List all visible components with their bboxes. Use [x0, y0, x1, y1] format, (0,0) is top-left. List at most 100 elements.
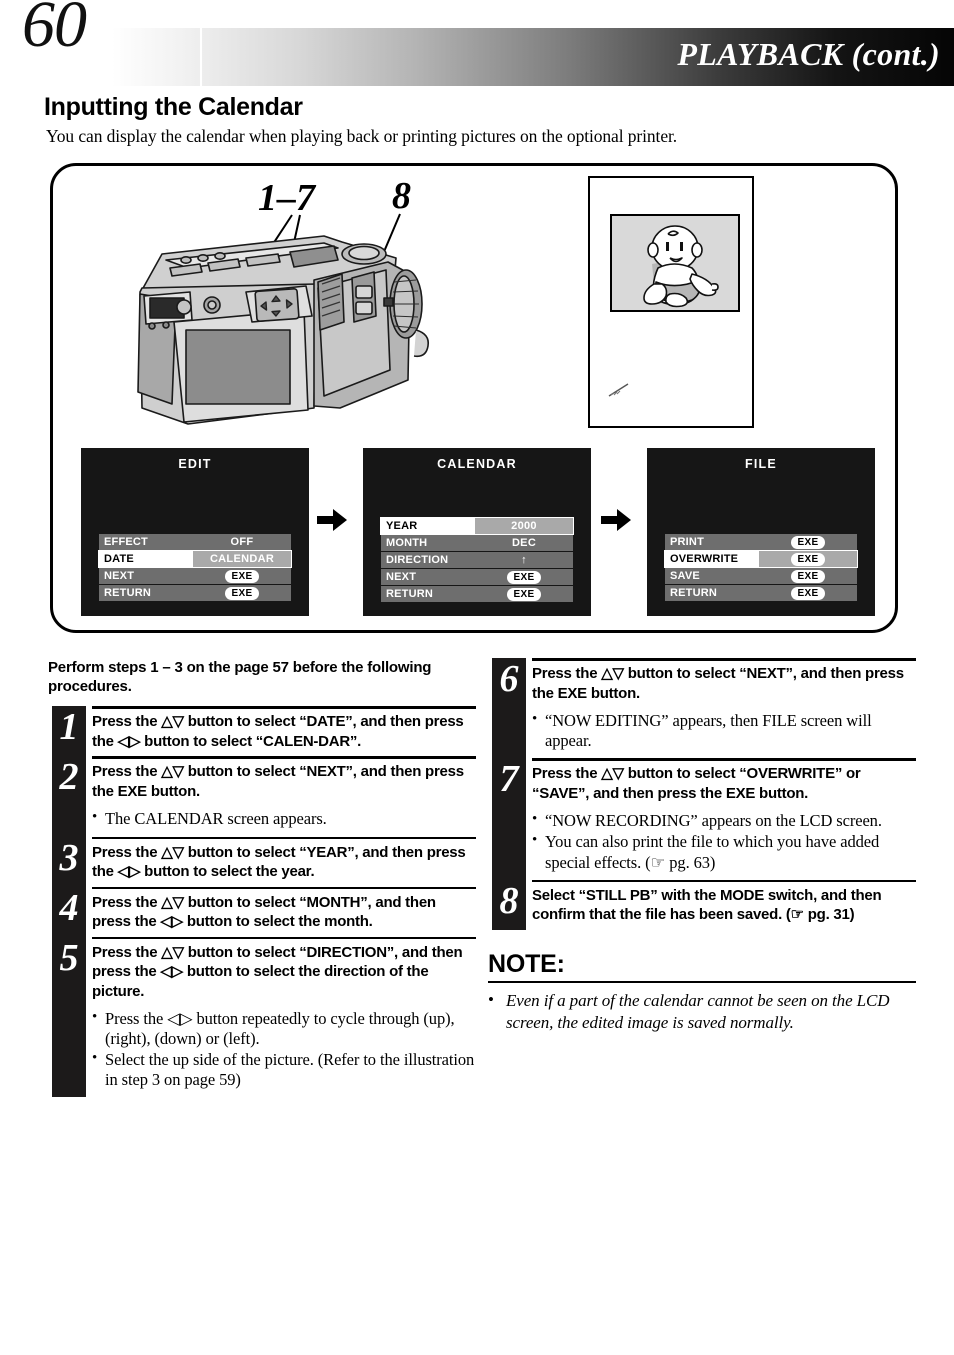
step-text: Press the △▽ button to select “YEAR”, an…	[92, 843, 466, 881]
exe-button[interactable]: EXE	[790, 552, 826, 566]
bullet-item: Press the ◁▷ button repeatedly to cycle …	[92, 1008, 476, 1049]
exe-button[interactable]: EXE	[224, 569, 260, 583]
osd-row[interactable]: SAVE EXE	[665, 568, 857, 584]
osd-row[interactable]: NEXT EXE	[381, 569, 573, 585]
page-number: 60	[22, 0, 87, 61]
osd-row-label: PRINT	[665, 534, 759, 550]
osd-row-label: NEXT	[99, 568, 193, 584]
bullet-item: The CALENDAR screen appears.	[92, 808, 476, 829]
step-number: 4	[59, 886, 79, 929]
osd-row-selected[interactable]: YEAR 2000	[380, 517, 574, 535]
osd-screen-edit: EDIT EFFECT OFF DATE CALENDAR NEXT EXE R…	[81, 448, 309, 616]
osd-row-label: RETURN	[381, 586, 475, 602]
exe-button[interactable]: EXE	[790, 586, 826, 600]
osd-row-label: YEAR	[381, 518, 475, 534]
page-title: Inputting the Calendar	[44, 93, 303, 121]
right-column: 6 Press the △▽ button to select “NEXT”, …	[488, 658, 916, 1033]
osd-title-edit: EDIT	[178, 457, 212, 471]
osd-row[interactable]: DIRECTION ↑	[381, 552, 573, 568]
osd-row-label: DIRECTION	[381, 552, 475, 568]
header-divider	[200, 28, 202, 86]
osd-row[interactable]: RETURN EXE	[665, 585, 857, 601]
osd-row-value: OFF	[193, 534, 291, 550]
left-steps-list: 1 Press the △▽ button to select “DATE”, …	[48, 706, 476, 1098]
step-divider	[532, 658, 916, 661]
osd-row-label: EFFECT	[99, 534, 193, 550]
flow-arrow-icon	[601, 509, 631, 531]
osd-row[interactable]: MONTH DEC	[381, 535, 573, 551]
step-item: 2 Press the △▽ button to select “NEXT”, …	[48, 756, 476, 836]
osd-row[interactable]: RETURN EXE	[99, 585, 291, 601]
bullet-item: You can also print the file to which you…	[532, 831, 916, 872]
exe-button[interactable]: EXE	[506, 570, 542, 584]
step-divider	[92, 886, 476, 889]
osd-screen-file: FILE PRINT EXE OVERWRITE EXE SAVE EXE RE…	[647, 448, 875, 616]
osd-row-value: CALENDAR	[193, 551, 291, 567]
step-bullets: The CALENDAR screen appears.	[92, 806, 476, 836]
exe-button[interactable]: EXE	[506, 587, 542, 601]
osd-rows-edit: EFFECT OFF DATE CALENDAR NEXT EXE RETURN…	[98, 534, 292, 602]
osd-row-value: EXE	[759, 585, 857, 601]
osd-row-value: 2000	[475, 518, 573, 534]
camera-illustration	[137, 235, 430, 425]
osd-row-selected[interactable]: OVERWRITE EXE	[664, 550, 858, 568]
bullet-item: “NOW RECORDING” appears on the LCD scree…	[532, 810, 916, 831]
bullet-item: “NOW EDITING” appears, then FILE screen …	[532, 710, 916, 751]
osd-row-label: DATE	[99, 551, 193, 567]
step-bullets: “NOW EDITING” appears, then FILE screen …	[532, 708, 916, 758]
osd-row[interactable]: EFFECT OFF	[99, 534, 291, 550]
header-title: PLAYBACK (cont.)	[677, 36, 940, 72]
osd-row-value: EXE	[475, 586, 573, 602]
note-divider	[488, 980, 916, 984]
osd-rows-calendar: YEAR 2000 MONTH DEC DIRECTION ↑ NEXT EXE…	[380, 517, 574, 603]
note-item: Even if a part of the calendar cannot be…	[488, 989, 916, 1033]
osd-row-value-direction-arrow: ↑	[475, 552, 573, 568]
osd-row-label: RETURN	[99, 585, 193, 601]
right-steps-list: 6 Press the △▽ button to select “NEXT”, …	[488, 658, 916, 930]
osd-row-value: EXE	[759, 551, 857, 567]
osd-row[interactable]: RETURN EXE	[381, 586, 573, 602]
step-number: 7	[499, 758, 519, 801]
osd-row[interactable]: NEXT EXE	[99, 568, 291, 584]
osd-row-selected[interactable]: DATE CALENDAR	[98, 550, 292, 568]
step-item: 8 Select “STILL PB” with the MODE switch…	[488, 879, 916, 930]
osd-title-calendar: CALENDAR	[437, 457, 517, 471]
bullet-item: Select the up side of the picture. (Refe…	[92, 1049, 476, 1090]
osd-row-value: DEC	[475, 535, 573, 551]
step-text: Press the △▽ button to select “MONTH”, a…	[92, 893, 436, 931]
exe-button[interactable]: EXE	[790, 569, 826, 583]
note-title: NOTE:	[488, 949, 565, 978]
osd-rows-file: PRINT EXE OVERWRITE EXE SAVE EXE RETURN …	[664, 534, 858, 602]
section-intro: You can display the calendar when playin…	[46, 126, 678, 146]
step-item: 4 Press the △▽ button to select “MONTH”,…	[48, 886, 476, 937]
step-text: Press the △▽ button to select “DIRECTION…	[92, 943, 463, 1000]
signature-scribble-icon	[608, 383, 629, 397]
step-number: 1	[59, 706, 79, 749]
step-text: Select “STILL PB” with the MODE switch, …	[532, 886, 882, 924]
step-divider	[92, 836, 476, 839]
step-bullets: “NOW RECORDING” appears on the LCD scree…	[532, 808, 916, 879]
osd-title-file: FILE	[745, 457, 777, 471]
osd-row-value: EXE	[759, 568, 857, 584]
page-header: PLAYBACK (cont.)	[0, 28, 954, 86]
step-item: 5 Press the △▽ button to select “DIRECTI…	[48, 936, 476, 1098]
osd-row-value: EXE	[193, 568, 291, 584]
step-number: 2	[59, 756, 79, 799]
step-number: 5	[59, 936, 79, 979]
step-divider	[92, 936, 476, 939]
step-text: Press the △▽ button to select “OVERWRITE…	[532, 765, 861, 802]
exe-button[interactable]: EXE	[790, 535, 826, 549]
left-column: Perform steps 1 – 3 on the page 57 befor…	[48, 658, 476, 1098]
osd-row[interactable]: PRINT EXE	[665, 534, 857, 550]
step-item: 6 Press the △▽ button to select “NEXT”, …	[488, 658, 916, 758]
osd-row-label: RETURN	[665, 585, 759, 601]
printed-photo-panel	[588, 176, 754, 428]
osd-row-value: EXE	[475, 569, 573, 585]
step-text: Press the △▽ button to select “DATE”, an…	[92, 713, 464, 750]
osd-row-label: MONTH	[381, 535, 475, 551]
note-section: NOTE: Even if a part of the calendar can…	[488, 950, 916, 1033]
exe-button[interactable]: EXE	[224, 586, 260, 600]
step-number: 3	[59, 836, 79, 879]
osd-row-label: NEXT	[381, 569, 475, 585]
step-text: Press the △▽ button to select “NEXT”, an…	[532, 665, 904, 702]
